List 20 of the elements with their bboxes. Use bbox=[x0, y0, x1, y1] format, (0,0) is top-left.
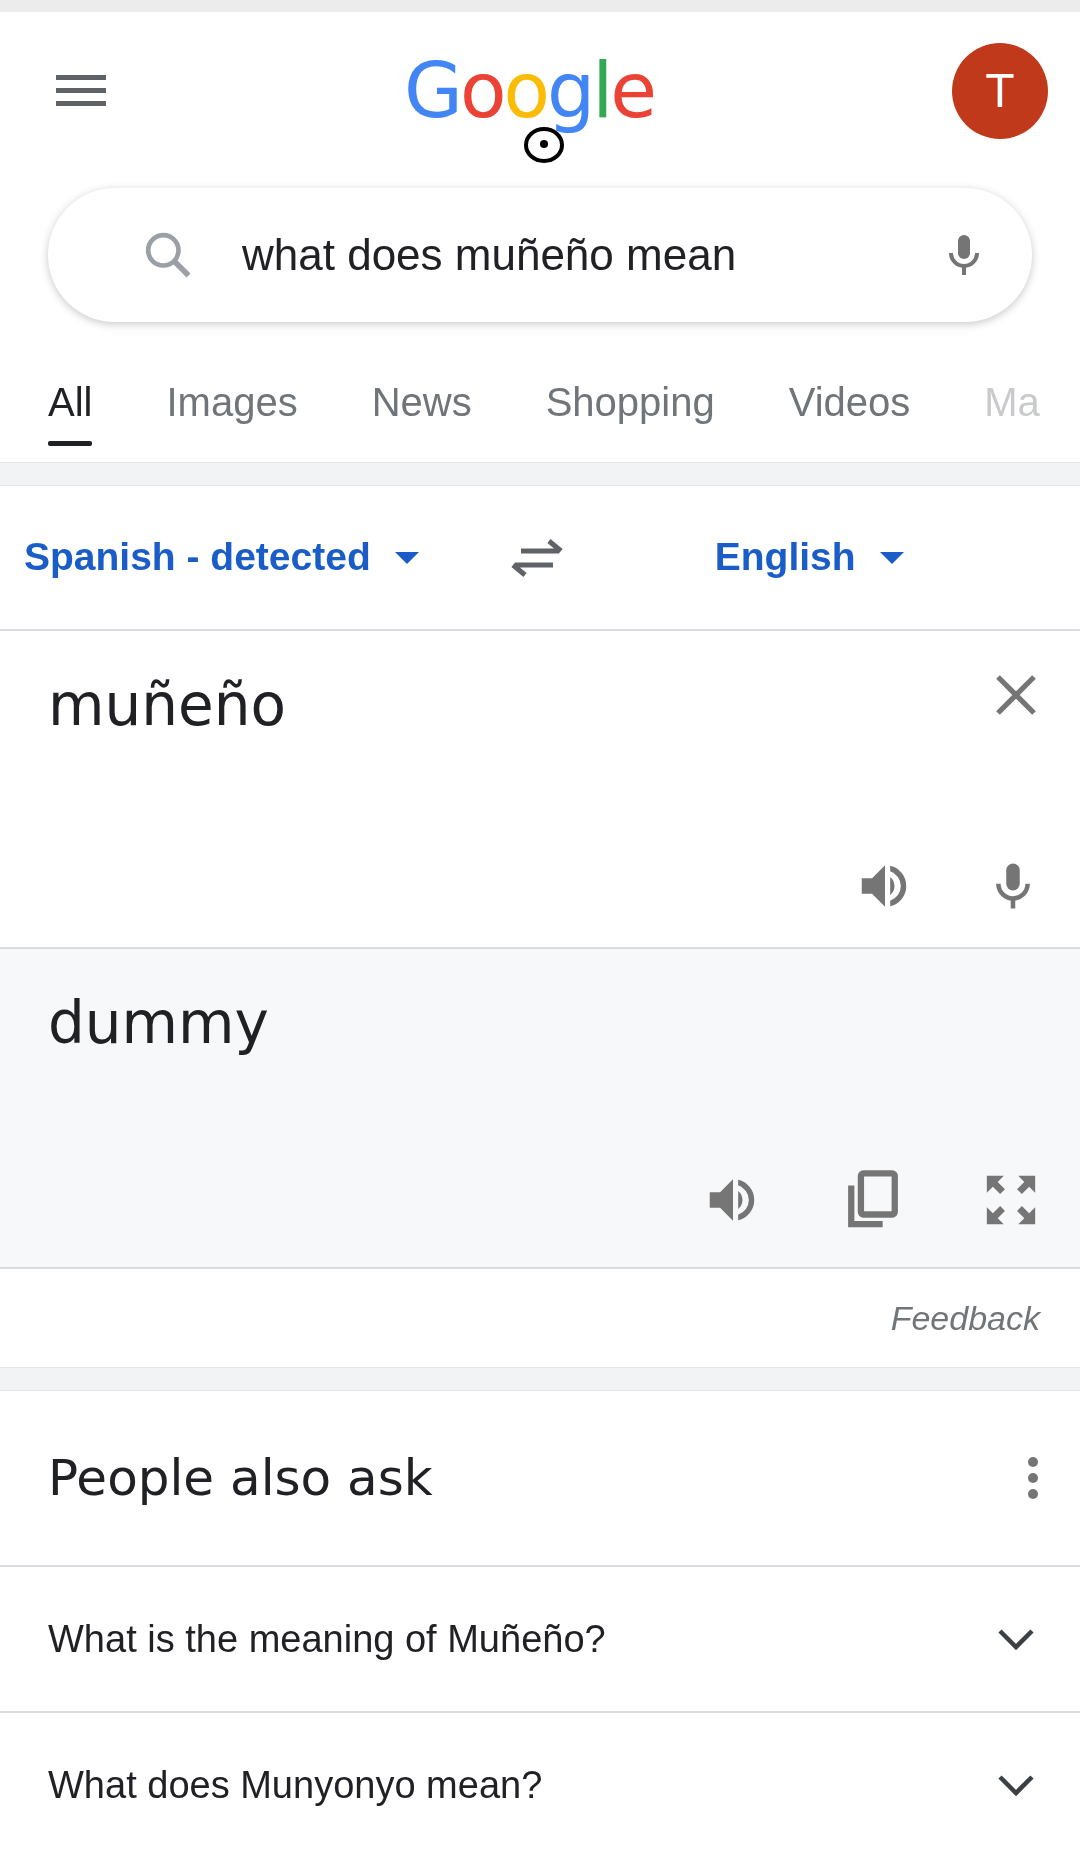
translation-text: dummy bbox=[48, 989, 270, 1059]
caret-icon bbox=[879, 551, 904, 564]
tab[interactable]: All bbox=[48, 352, 93, 452]
caret-icon bbox=[394, 551, 419, 564]
language-dropdown[interactable]: Spanish - detected bbox=[24, 528, 419, 587]
tab[interactable]: Shopping bbox=[545, 352, 715, 452]
tab[interactable]: Videos bbox=[788, 352, 911, 452]
feedback-link[interactable]: Feedback bbox=[890, 1292, 1040, 1344]
language-dropdown[interactable]: English bbox=[714, 528, 904, 587]
section-heading: People also ask bbox=[48, 1447, 433, 1509]
chevron-down-icon bbox=[996, 1627, 1036, 1651]
source-text: muñeño bbox=[48, 671, 286, 741]
tab[interactable]: News bbox=[371, 352, 472, 452]
more-options-icon[interactable] bbox=[1026, 1456, 1040, 1500]
question-row[interactable]: What is the meaning of Muñeño? bbox=[0, 1567, 1080, 1713]
avatar[interactable]: T bbox=[952, 43, 1048, 139]
search-field[interactable]: what does muñeño mean bbox=[48, 188, 1032, 322]
tab[interactable]: Images bbox=[166, 352, 298, 452]
question-row[interactable]: What does Munyonyo mean? bbox=[0, 1713, 1080, 1853]
chevron-down-icon bbox=[996, 1773, 1036, 1797]
